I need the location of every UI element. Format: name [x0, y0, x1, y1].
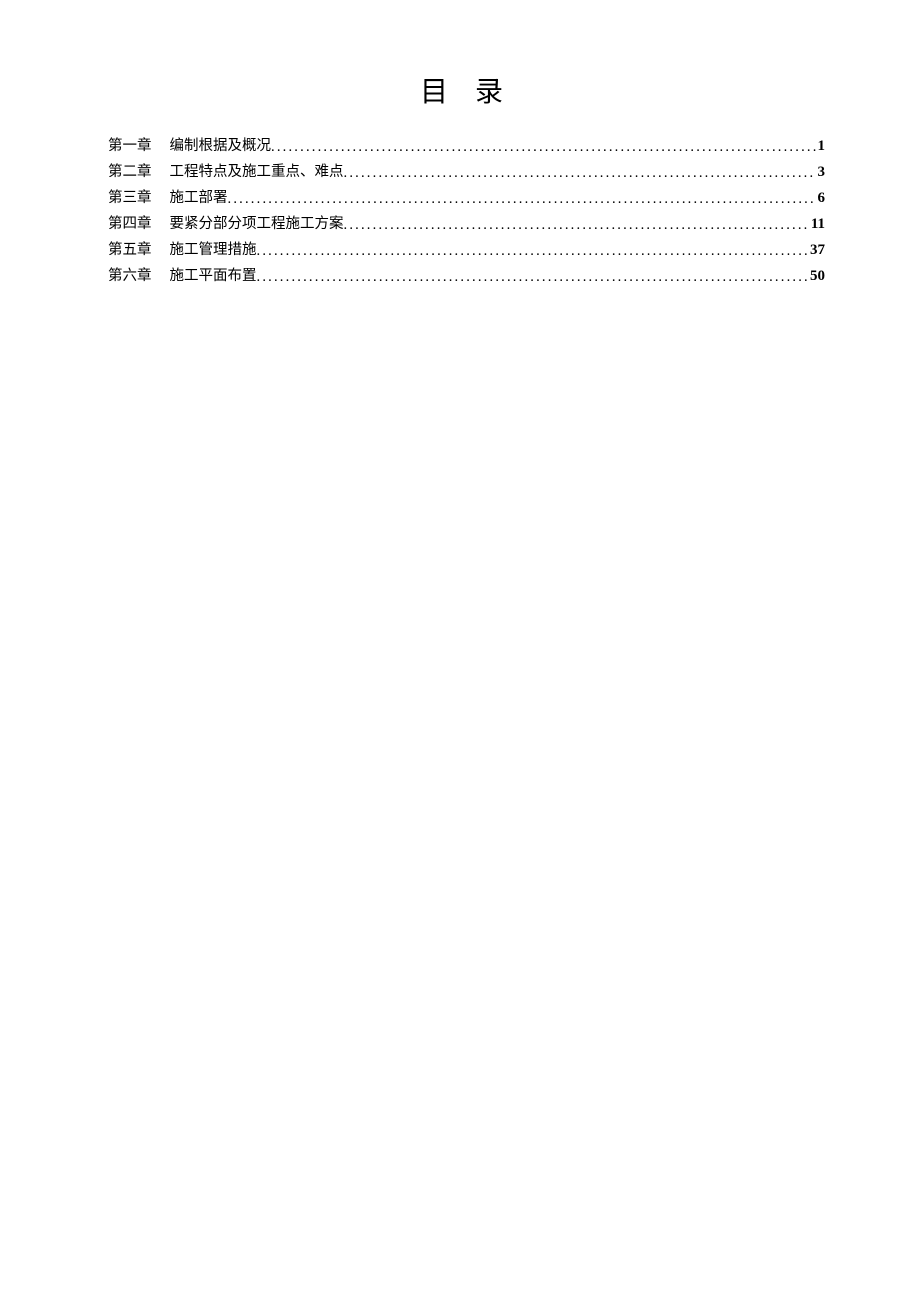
toc-entry: 施工管理措施 [170, 238, 257, 263]
toc-leader [228, 187, 816, 212]
toc-row: 第二章 工程特点及施工重点、难点 3 [108, 160, 825, 186]
page-title: 目 录 [108, 70, 825, 110]
toc-row: 第一章 编制根据及概况 1 [108, 134, 825, 160]
toc-page: 50 [808, 264, 825, 290]
toc-chapter: 第四章 [108, 212, 170, 237]
toc-page: 6 [816, 186, 826, 212]
toc-chapter: 第三章 [108, 186, 170, 211]
toc-entry: 要紧分部分项工程施工方案 [170, 212, 344, 237]
toc-leader [344, 161, 816, 186]
toc-leader [257, 265, 809, 290]
toc-chapter: 第二章 [108, 160, 170, 185]
toc-page: 37 [808, 238, 825, 264]
toc-leader [271, 135, 816, 160]
toc-entry: 工程特点及施工重点、难点 [170, 160, 344, 185]
toc-leader [344, 213, 809, 238]
toc-row: 第三章 施工部署 6 [108, 186, 825, 212]
table-of-contents: 第一章 编制根据及概况 1 第二章 工程特点及施工重点、难点 3 第三章 施工部… [108, 134, 825, 290]
toc-leader [257, 239, 809, 264]
toc-row: 第六章 施工平面布置 50 [108, 264, 825, 290]
toc-page: 11 [809, 212, 825, 238]
toc-chapter: 第一章 [108, 134, 170, 159]
toc-chapter: 第五章 [108, 238, 170, 263]
toc-chapter: 第六章 [108, 264, 170, 289]
toc-row: 第四章 要紧分部分项工程施工方案 11 [108, 212, 825, 238]
toc-page: 1 [816, 134, 826, 160]
toc-entry: 编制根据及概况 [170, 134, 272, 159]
toc-row: 第五章 施工管理措施 37 [108, 238, 825, 264]
toc-entry: 施工部署 [170, 186, 228, 211]
toc-page: 3 [816, 160, 826, 186]
toc-entry: 施工平面布置 [170, 264, 257, 289]
